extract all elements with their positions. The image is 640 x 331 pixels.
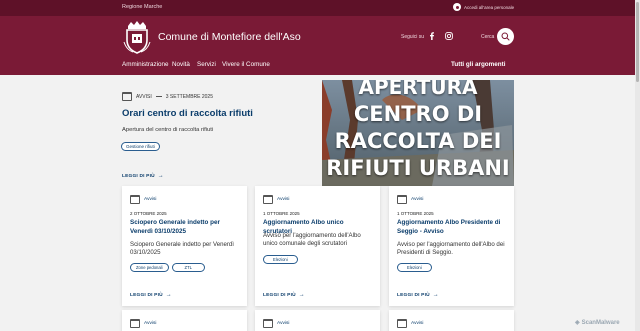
card-tags: Zone pedonali ZTL	[130, 263, 205, 272]
card-category[interactable]: Avvisi	[277, 197, 289, 202]
site-title[interactable]: Comune di Montefiore dell'Aso	[158, 31, 301, 43]
news-card: Avvisi	[389, 310, 514, 331]
search-icon	[501, 32, 510, 41]
follow-label: Seguici su	[401, 34, 425, 40]
read-more-link[interactable]: LEGGI DI PIÙ →	[263, 292, 305, 298]
calendar-icon	[397, 195, 407, 204]
read-more-link[interactable]: LEGGI DI PIÙ →	[130, 292, 172, 298]
card-category[interactable]: Avvisi	[144, 321, 156, 326]
search-button[interactable]	[497, 28, 514, 45]
calendar-icon	[130, 319, 140, 328]
watermark-text: ScanMalware	[581, 319, 620, 326]
card-description: Avviso per l'aggiornamento dell'Albo uni…	[263, 232, 361, 247]
arrow-right-icon: →	[157, 173, 164, 179]
card-category[interactable]: Avvisi	[144, 197, 156, 202]
login-link[interactable]: Accedi all'area personale	[453, 3, 514, 11]
top-bar: Regione Marche Accedi all'area personale	[0, 0, 640, 16]
card-date: 1 OTTOBRE 2025	[263, 211, 300, 216]
arrow-right-icon: →	[432, 292, 439, 298]
card-meta: Avvisi	[263, 195, 289, 204]
watermark: ◈ ScanMalware	[575, 319, 620, 327]
read-more-label: LEGGI DI PIÙ	[263, 292, 296, 298]
scrollbar-thumb[interactable]	[636, 2, 639, 82]
user-icon	[453, 3, 461, 11]
card-meta: Avvisi	[130, 195, 156, 204]
news-card: Avvisi 2 OTTOBRE 2025 Sciopero Generale …	[122, 186, 247, 306]
card-title[interactable]: Sciopero Generale indetto per Venerdì 03…	[130, 218, 240, 236]
read-more-link[interactable]: LEGGI DI PIÙ →	[122, 173, 164, 179]
nav-item-servizi[interactable]: Servizi	[197, 61, 216, 68]
tag-chip[interactable]: ZTL	[171, 263, 205, 272]
read-more-label: LEGGI DI PIÙ	[397, 292, 430, 298]
instagram-icon[interactable]	[445, 32, 453, 40]
coat-of-arms-icon[interactable]	[122, 20, 152, 54]
login-label: Accedi all'area personale	[464, 4, 515, 10]
hero-image-line: RACCOLTA DEI	[334, 129, 502, 153]
calendar-icon	[130, 195, 140, 204]
calendar-icon	[122, 92, 132, 101]
card-title[interactable]: Aggiornamento Albo Presidente di Seggio …	[397, 218, 507, 236]
card-category[interactable]: Avvisi	[411, 197, 423, 202]
nav-item-novita[interactable]: Novità	[172, 61, 190, 68]
tag-chip[interactable]: Zone pedonali	[130, 263, 169, 272]
card-date: 2 OTTOBRE 2025	[130, 211, 167, 216]
read-more-link[interactable]: LEGGI DI PIÙ →	[397, 292, 439, 298]
hero-category[interactable]: AVVISI	[136, 94, 152, 100]
search-label: Cerca	[481, 34, 495, 40]
facebook-icon[interactable]	[428, 32, 436, 40]
news-card: Avvisi	[255, 310, 380, 331]
hero-image[interactable]: APERTURA CENTRO DI RACCOLTA DEI RIFIUTI …	[322, 80, 514, 186]
tag-chip[interactable]: Elezioni	[397, 263, 432, 272]
hero-date: 3 SETTEMBRE 2025	[165, 93, 213, 100]
calendar-icon	[263, 319, 273, 328]
news-card: Avvisi	[122, 310, 247, 331]
card-description: Sciopero Generale indetto per Venerdì 03…	[130, 241, 235, 256]
nav-item-vivere[interactable]: Vivere il Comune	[222, 61, 270, 68]
card-tags: Elezioni	[263, 255, 298, 264]
card-tags: Elezioni	[397, 263, 432, 272]
card-meta: Avvisi	[130, 319, 156, 328]
hero-description: Apertura del centro di raccolta rifiuti	[122, 127, 214, 133]
card-category[interactable]: Avvisi	[411, 321, 423, 326]
hero-image-line: RIFIUTI URBANI	[326, 156, 510, 180]
card-description: Avviso per l'aggiornamento dell'Albo dei…	[397, 241, 505, 256]
calendar-icon	[397, 319, 407, 328]
hero-title[interactable]: Orari centro di raccolta rifiuti	[122, 108, 253, 119]
scrollbar[interactable]	[635, 0, 640, 331]
arrow-right-icon: →	[298, 292, 305, 298]
hero-image-line: CENTRO DI	[353, 102, 483, 126]
news-card: Avvisi 1 OTTOBRE 2025 Aggiornamento Albo…	[389, 186, 514, 306]
site-header: Comune di Montefiore dell'Aso Seguici su…	[0, 16, 640, 75]
calendar-icon	[263, 195, 273, 204]
nav-item-amministrazione[interactable]: Amministrazione	[122, 61, 169, 68]
card-category[interactable]: Avvisi	[277, 321, 289, 326]
all-topics-link[interactable]: Tutti gli argomenti	[451, 61, 505, 68]
hero-image-line: APERTURA	[358, 80, 478, 99]
news-card: Avvisi 1 OTTOBRE 2025 Aggiornamento Albo…	[255, 186, 380, 306]
card-meta: Avvisi	[397, 319, 423, 328]
arrow-right-icon: →	[165, 292, 172, 298]
card-date: 1 OTTOBRE 2025	[397, 211, 434, 216]
card-meta: Avvisi	[263, 319, 289, 328]
tag-chip[interactable]: Elezioni	[263, 255, 298, 264]
hero-image-text: APERTURA CENTRO DI RACCOLTA DEI RIFIUTI …	[322, 80, 514, 186]
card-meta: Avvisi	[397, 195, 423, 204]
read-more-label: LEGGI DI PIÙ	[130, 292, 163, 298]
region-link[interactable]: Regione Marche	[122, 4, 162, 10]
tag-chip[interactable]: Gestione rifiuti	[121, 142, 160, 151]
separator	[155, 96, 162, 97]
read-more-label: LEGGI DI PIÙ	[122, 173, 155, 179]
hero-meta: AVVISI 3 SETTEMBRE 2025	[122, 92, 213, 101]
shield-icon: ◈	[575, 320, 580, 326]
